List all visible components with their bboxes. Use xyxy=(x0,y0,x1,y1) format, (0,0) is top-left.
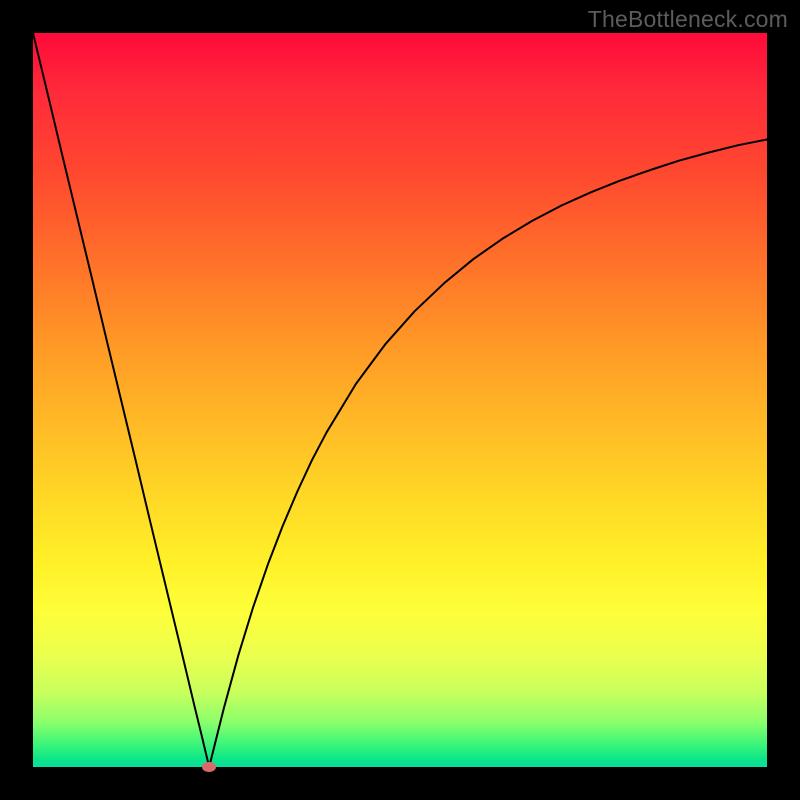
bottleneck-curve xyxy=(33,33,767,767)
curve-path xyxy=(33,33,767,767)
chart-frame: TheBottleneck.com xyxy=(0,0,800,800)
curve-minimum-marker xyxy=(202,762,216,772)
plot-area xyxy=(33,33,767,767)
attribution-label: TheBottleneck.com xyxy=(588,6,788,33)
